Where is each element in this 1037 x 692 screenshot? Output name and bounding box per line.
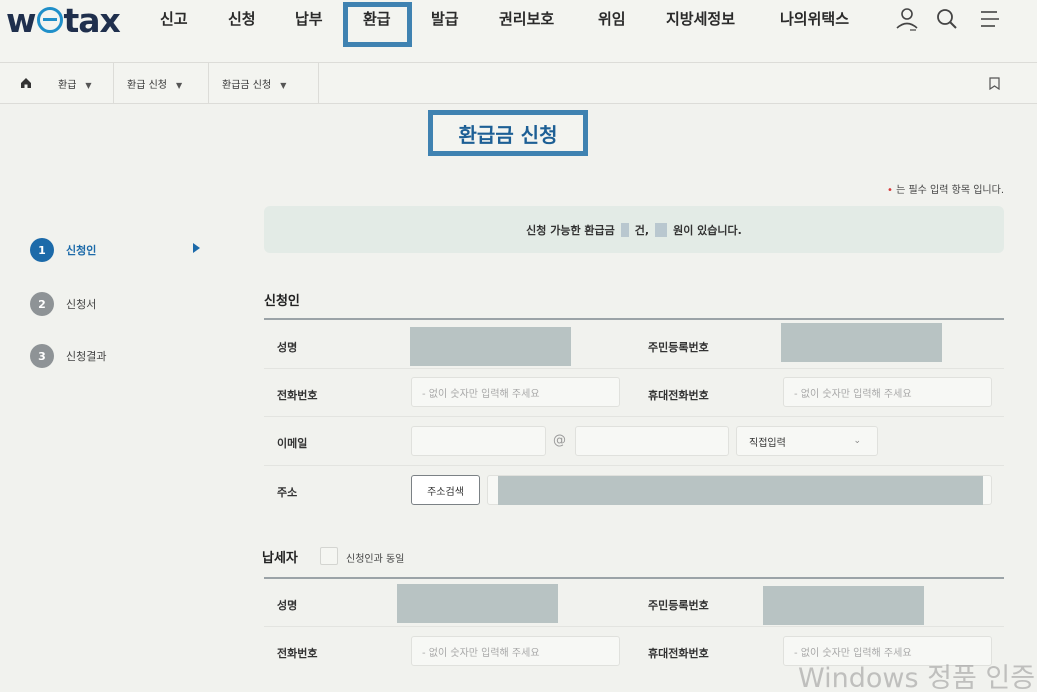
applicant-address-label: 주소	[277, 486, 298, 499]
user-icon[interactable]	[894, 6, 920, 32]
logo-w: w	[6, 0, 36, 40]
section-divider	[264, 318, 1004, 320]
nav-item-my-wetax[interactable]: 나의위택스	[780, 8, 849, 29]
address-search-button[interactable]: 주소검색	[411, 475, 480, 505]
info-text-2: 건,	[634, 223, 650, 237]
applicant-mobile-label: 휴대전화번호	[648, 389, 709, 402]
masked-count	[620, 222, 629, 237]
page-title: 환급금 신청	[458, 122, 558, 147]
taxpayer-mobile-label: 휴대전화번호	[648, 647, 709, 660]
wetax-logo[interactable]: w tax	[6, 0, 121, 40]
applicant-phone-input[interactable]: - 없이 숫자만 입력해 주세요	[411, 377, 620, 407]
applicant-phone-label: 전화번호	[277, 389, 318, 402]
breadcrumb-refund-amount-apply-label: 환급금 신청	[222, 80, 272, 91]
menu-icon[interactable]	[977, 6, 1003, 32]
applicant-rrn-masked	[781, 323, 942, 362]
nav-item-issue[interactable]: 발급	[431, 8, 459, 29]
row-divider	[264, 416, 1004, 417]
email-domain-select-value: 직접입력	[749, 437, 786, 449]
row-divider	[264, 465, 1004, 466]
same-as-applicant-label[interactable]: 신청인과 동일	[346, 550, 404, 565]
masked-amount	[655, 222, 668, 237]
applicant-email-domain-input[interactable]	[575, 426, 729, 456]
home-icon[interactable]	[20, 77, 32, 89]
section-divider	[264, 577, 1004, 579]
breadcrumb-refund-apply-label: 환급 신청	[127, 80, 167, 91]
caret-down-icon: ▼	[175, 81, 183, 90]
step-label: 신청인	[66, 244, 97, 257]
applicant-email-label: 이메일	[277, 437, 308, 450]
page-title-box: 환급금 신청	[428, 110, 588, 156]
breadcrumb-refund-apply[interactable]: 환급 신청 ▼	[127, 76, 182, 91]
top-header: w tax 신고 신청 납부 환급 발급 권리보호 위임 지방세정보 나의위택스	[0, 0, 1037, 62]
taxpayer-phone-label: 전화번호	[277, 647, 318, 660]
refund-info-banner: 신청 가능한 환급금 건, 원이 있습니다.	[264, 206, 1004, 253]
windows-activation-watermark: Windows 정품 인증	[798, 663, 1036, 692]
nav-item-rights[interactable]: 권리보호	[499, 8, 554, 29]
email-domain-select[interactable]: 직접입력 ⌄	[736, 426, 878, 456]
taxpayer-name-label: 성명	[277, 599, 298, 612]
row-divider	[264, 626, 1004, 627]
caret-down-icon: ▼	[85, 81, 92, 90]
chevron-down-icon: ⌄	[853, 436, 861, 446]
applicant-mobile-input[interactable]: - 없이 숫자만 입력해 주세요	[783, 377, 992, 407]
applicant-name-masked	[410, 327, 571, 366]
nav-item-payment[interactable]: 납부	[295, 8, 323, 29]
breadcrumb-divider	[318, 63, 319, 103]
applicant-rrn-label: 주민등록번호	[648, 341, 709, 354]
breadcrumb: 환급 ▼ 환급 신청 ▼ 환급금 신청 ▼	[0, 62, 1037, 104]
logo-e-mark	[36, 7, 63, 33]
info-text-3: 원이 있습니다.	[673, 223, 742, 237]
search-icon[interactable]	[934, 6, 960, 32]
taxpayer-phone-input[interactable]: - 없이 숫자만 입력해 주세요	[411, 636, 620, 666]
nav-item-delegation[interactable]: 위임	[598, 8, 626, 29]
breadcrumb-divider	[208, 63, 209, 103]
current-step-arrow-icon	[193, 243, 200, 253]
taxpayer-rrn-masked	[763, 586, 924, 625]
required-field-note: • 는 필수 입력 항목 입니다.	[887, 181, 1004, 196]
applicant-section-title: 신청인	[264, 294, 300, 309]
taxpayer-rrn-label: 주민등록번호	[648, 599, 709, 612]
step-number: 3	[30, 344, 54, 368]
nav-item-report[interactable]: 신고	[160, 8, 188, 29]
email-at-sign: @	[553, 433, 566, 448]
step-application-form[interactable]: 2 신청서	[30, 292, 96, 316]
step-number: 2	[30, 292, 54, 316]
breadcrumb-refund-amount-apply[interactable]: 환급금 신청 ▼	[222, 76, 286, 91]
step-label: 신청결과	[66, 350, 107, 363]
applicant-address-masked	[498, 476, 983, 505]
breadcrumb-refund[interactable]: 환급 ▼	[58, 76, 92, 91]
step-applicant[interactable]: 1 신청인	[30, 238, 96, 262]
logo-tax: tax	[63, 0, 121, 40]
applicant-name-label: 성명	[277, 341, 298, 354]
nav-item-local-tax-info[interactable]: 지방세정보	[666, 8, 735, 29]
taxpayer-section-title: 납세자	[262, 551, 298, 566]
info-text-1: 신청 가능한 환급금	[526, 223, 615, 237]
step-result[interactable]: 3 신청결과	[30, 344, 106, 368]
nav-refund-highlight	[343, 2, 412, 47]
step-number: 1	[30, 238, 54, 262]
same-as-applicant-checkbox[interactable]	[320, 547, 338, 565]
breadcrumb-refund-label: 환급	[58, 80, 77, 91]
applicant-email-id-input[interactable]	[411, 426, 546, 456]
row-divider	[264, 368, 1004, 369]
caret-down-icon: ▼	[280, 81, 287, 90]
nav-item-apply[interactable]: 신청	[228, 8, 256, 29]
taxpayer-name-masked	[397, 584, 558, 623]
breadcrumb-divider	[113, 63, 114, 103]
required-note-text: 는 필수 입력 항목 입니다.	[892, 185, 1004, 196]
bookmark-icon[interactable]	[989, 77, 1000, 90]
step-label: 신청서	[66, 298, 97, 311]
